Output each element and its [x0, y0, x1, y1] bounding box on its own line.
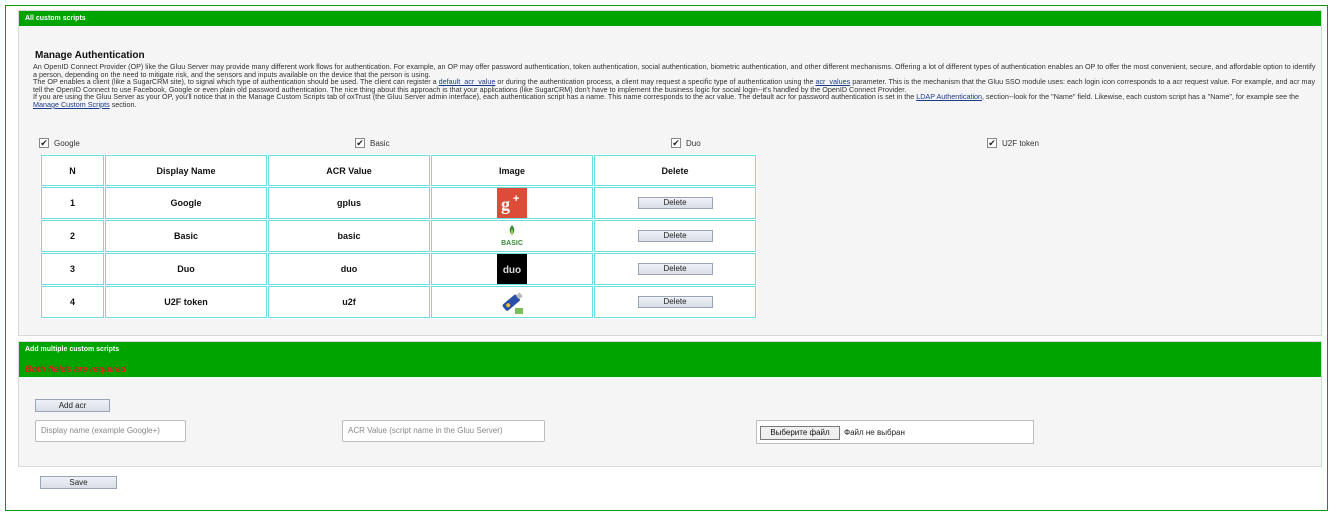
delete-button[interactable]: Delete [637, 263, 713, 275]
checkbox-label: U2F token [1002, 138, 1039, 148]
table-row: 1 Google gplus g + Delete [41, 187, 756, 219]
column-header: Image [431, 155, 593, 186]
error-message: Both fields are required [25, 364, 127, 374]
checkbox-checked-icon[interactable]: ✔ [39, 138, 49, 148]
delete-button[interactable]: Delete [637, 296, 713, 308]
checkbox-label: Basic [370, 138, 390, 148]
desc-text: If you are using the Gluu Server as your… [33, 92, 917, 102]
section-title: Manage Authentication [35, 50, 145, 61]
delete-button[interactable]: Delete [637, 230, 713, 242]
checkbox-label: Duo [686, 138, 701, 148]
svg-text:duo: duo [503, 265, 521, 276]
image-cell [431, 286, 593, 318]
table-row: 4 U2F token u2f Delete [41, 286, 756, 318]
display-name: Basic [105, 220, 267, 252]
description: An OpenID Connect Provider (OP) like the… [33, 63, 1318, 109]
u2f-key-icon [497, 287, 527, 317]
save-button[interactable]: Save [40, 476, 117, 489]
display-name: Duo [105, 253, 267, 285]
checkbox-basic[interactable]: ✔ Basic [355, 137, 390, 149]
checkbox-u2f[interactable]: ✔ U2F token [987, 137, 1039, 149]
image-cell: BASIC [431, 220, 593, 252]
delete-cell: Delete [594, 220, 756, 252]
basic-icon: BASIC [497, 221, 527, 251]
manage-custom-scripts-link[interactable]: Manage Custom Scripts [33, 100, 110, 109]
table-row: 2 Basic basic BASIC Delete [41, 220, 756, 252]
checkbox-checked-icon[interactable]: ✔ [987, 138, 997, 148]
acr-value: duo [268, 253, 430, 285]
checkbox-duo[interactable]: ✔ Duo [671, 137, 701, 149]
acr-value-input[interactable]: ACR Value (script name in the Gluu Serve… [342, 420, 545, 442]
row-number: 1 [41, 187, 104, 219]
desc-text: section. [109, 99, 137, 109]
row-number: 3 [41, 253, 104, 285]
checkbox-label: Google [54, 138, 80, 148]
checkbox-checked-icon[interactable]: ✔ [355, 138, 365, 148]
image-cell: duo [431, 253, 593, 285]
delete-cell: Delete [594, 253, 756, 285]
display-name: U2F token [105, 286, 267, 318]
column-header: Delete [594, 155, 756, 186]
column-header: ACR Value [268, 155, 430, 186]
acr-value: gplus [268, 187, 430, 219]
desc-paragraph-1: An OpenID Connect Provider (OP) like the… [33, 62, 1316, 79]
desc-text: , section--look for the "Name" field. Li… [982, 92, 1300, 102]
display-name-input[interactable]: Display name (example Google+) [35, 420, 186, 442]
table-row: 3 Duo duo duo Delete [41, 253, 756, 285]
row-number: 4 [41, 286, 104, 318]
svg-text:g: g [501, 194, 510, 214]
table-header-row: N Display Name ACR Value Image Delete [41, 155, 756, 186]
google-plus-icon: g + [497, 188, 527, 218]
column-header: N [41, 155, 104, 186]
delete-cell: Delete [594, 187, 756, 219]
panel-header: All custom scripts [19, 11, 1321, 26]
panel-header-title: Add multiple custom scripts [25, 346, 120, 353]
delete-cell: Delete [594, 286, 756, 318]
display-name: Google [105, 187, 267, 219]
checkbox-google[interactable]: ✔ Google [39, 137, 80, 149]
choose-file-button[interactable]: Выберите файл [760, 426, 840, 440]
checkbox-checked-icon[interactable]: ✔ [671, 138, 681, 148]
acr-value: u2f [268, 286, 430, 318]
add-scripts-panel: Add multiple custom scripts Both fields … [18, 341, 1322, 467]
acr-value: basic [268, 220, 430, 252]
add-acr-button[interactable]: Add acr [35, 399, 110, 412]
main-frame: All custom scripts Manage Authentication… [5, 5, 1328, 511]
column-header: Display Name [105, 155, 267, 186]
file-input[interactable]: Выберите файл Файл не выбран [756, 420, 1034, 444]
svg-text:BASIC: BASIC [501, 240, 523, 247]
file-status: Файл не выбран [844, 428, 905, 437]
delete-button[interactable]: Delete [637, 197, 713, 209]
panel-header: Add multiple custom scripts Both fields … [19, 342, 1321, 377]
duo-icon: duo [497, 254, 527, 284]
ldap-authentication-link[interactable]: LDAP Authentication [916, 92, 982, 101]
image-cell: g + [431, 187, 593, 219]
svg-text:+: + [513, 193, 519, 205]
scripts-table: N Display Name ACR Value Image Delete 1 … [40, 154, 757, 319]
row-number: 2 [41, 220, 104, 252]
